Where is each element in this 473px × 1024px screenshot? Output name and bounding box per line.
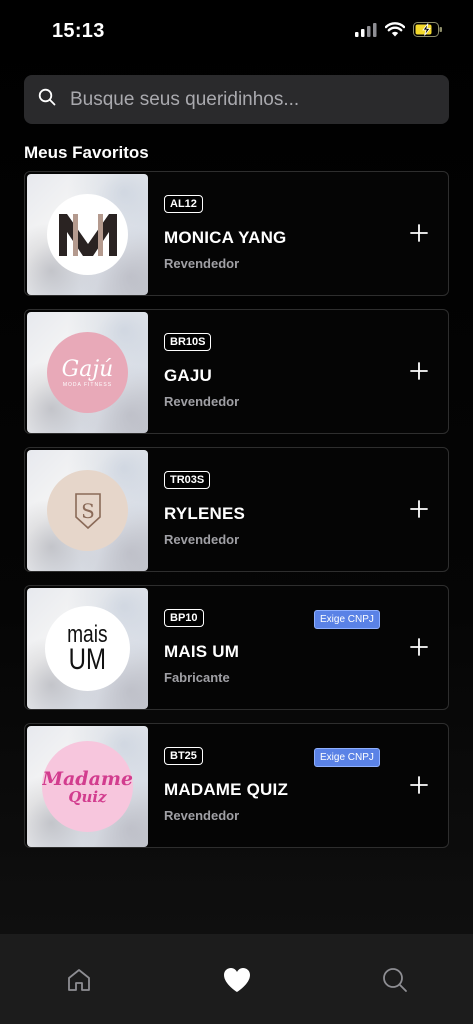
favorite-card[interactable]: Madame Quiz BT25 Exige CNPJ MADAME QUIZ …: [24, 723, 449, 848]
store-name: GAJU: [164, 366, 213, 385]
search-bar[interactable]: [24, 75, 449, 124]
store-name: MADAME QUIZ: [164, 780, 289, 799]
store-code-badge: TR03S: [164, 471, 211, 489]
store-name: RYLENES: [164, 504, 246, 523]
store-name: MAIS UM: [164, 642, 240, 661]
plus-icon: [410, 638, 428, 656]
add-button[interactable]: [408, 636, 430, 658]
status-bar: 15:13: [0, 0, 473, 62]
store-thumbnail: mais UM: [27, 588, 148, 709]
tab-favorites[interactable]: [221, 964, 253, 996]
plus-icon: [410, 224, 428, 242]
add-button[interactable]: [408, 360, 430, 382]
search-icon: [38, 88, 56, 111]
store-logo: [47, 194, 128, 275]
store-logo: Gajú MODA FITNESS: [47, 332, 128, 413]
store-type: Revendedor: [164, 256, 240, 271]
svg-text:S: S: [81, 499, 95, 523]
store-thumbnail: S: [27, 450, 148, 571]
add-button[interactable]: [408, 498, 430, 520]
store-thumbnail: Gajú MODA FITNESS: [27, 312, 148, 433]
plus-icon: [410, 776, 428, 794]
cnpj-required-badge: Exige CNPJ: [314, 610, 380, 629]
search-icon: [383, 968, 407, 992]
plus-icon: [410, 362, 428, 380]
heart-icon: [224, 968, 250, 992]
favorite-card[interactable]: Gajú MODA FITNESS BR10S GAJU Revendedor: [24, 309, 449, 434]
store-code-badge: BT25: [164, 747, 203, 765]
add-button[interactable]: [408, 774, 430, 796]
store-logo: Madame Quiz: [42, 741, 133, 832]
tab-home[interactable]: [63, 964, 95, 996]
store-name: MONICA YANG: [164, 228, 287, 247]
status-time: 15:13: [52, 20, 105, 42]
bottom-tab-bar: [0, 934, 473, 1024]
plus-icon: [410, 500, 428, 518]
favorite-card[interactable]: AL12 MONICA YANG Revendedor: [24, 171, 449, 296]
cellular-signal-icon: [355, 22, 377, 42]
store-thumbnail: [27, 174, 148, 295]
cnpj-required-badge: Exige CNPJ: [314, 748, 380, 767]
store-type: Revendedor: [164, 808, 240, 823]
store-type: Revendedor: [164, 394, 240, 409]
favorite-card[interactable]: mais UM BP10 Exige CNPJ MAIS UM Fabrican…: [24, 585, 449, 710]
add-button[interactable]: [408, 222, 430, 244]
store-code-badge: AL12: [164, 195, 203, 213]
store-code-badge: BP10: [164, 609, 204, 627]
store-type: Revendedor: [164, 532, 240, 547]
section-title: Meus Favoritos: [24, 143, 149, 162]
wifi-icon: [384, 22, 406, 42]
battery-charging-icon: [413, 22, 443, 42]
favorite-card[interactable]: S TR03S RYLENES Revendedor: [24, 447, 449, 572]
store-logo: mais UM: [45, 606, 130, 691]
search-input[interactable]: [68, 87, 432, 112]
home-icon: [68, 969, 90, 991]
store-code-badge: BR10S: [164, 333, 212, 351]
status-icons: [355, 22, 443, 42]
tab-search[interactable]: [379, 964, 411, 996]
store-thumbnail: Madame Quiz: [27, 726, 148, 847]
store-logo: S: [47, 470, 128, 551]
store-type: Fabricante: [164, 670, 230, 685]
